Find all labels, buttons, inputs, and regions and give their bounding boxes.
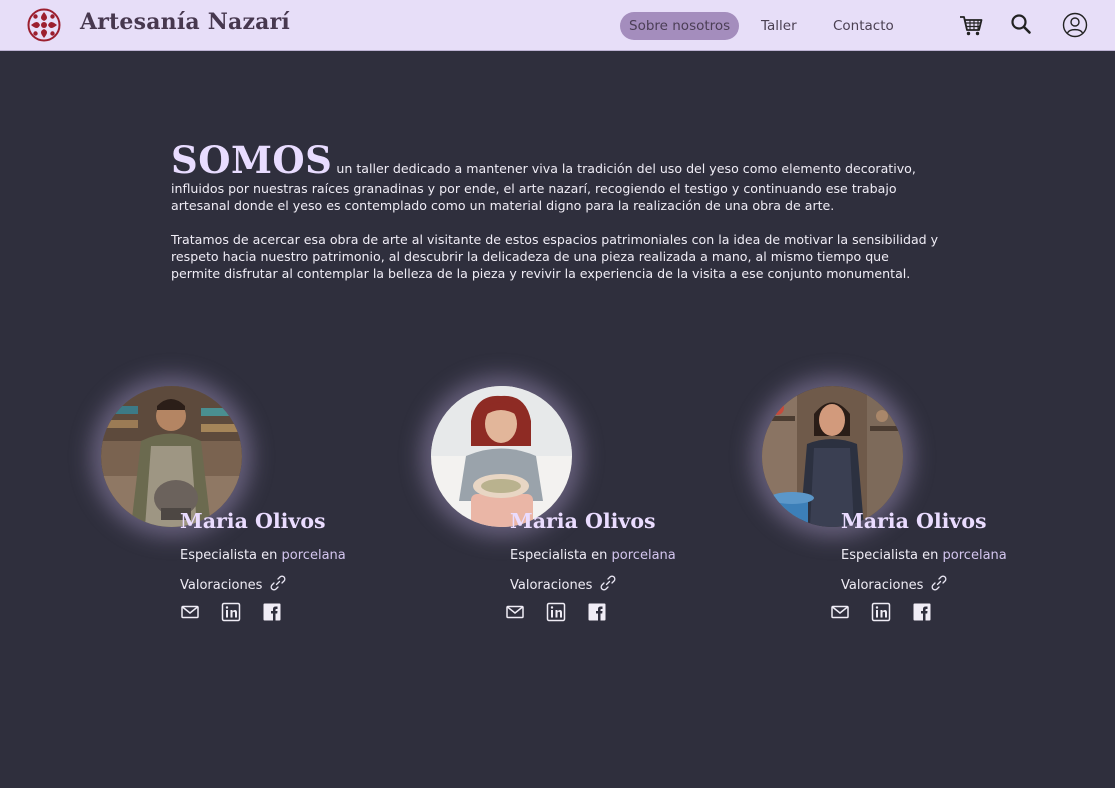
role-prefix: Especialista en bbox=[510, 548, 608, 563]
user-account-icon[interactable] bbox=[1062, 12, 1088, 38]
search-icon[interactable] bbox=[1008, 12, 1034, 38]
ratings-link[interactable]: Valoraciones bbox=[180, 574, 287, 593]
brand-logo-icon[interactable] bbox=[27, 8, 61, 42]
cart-icon[interactable] bbox=[958, 12, 984, 38]
team-card: Maria Olivos Especialista en porcelana V… bbox=[431, 386, 761, 646]
nav-contacto[interactable]: Contacto bbox=[824, 12, 903, 40]
link-icon bbox=[270, 575, 286, 591]
intro-heading: SOMOS bbox=[171, 138, 333, 182]
nav-sobre-nosotros[interactable]: Sobre nosotros bbox=[620, 12, 740, 40]
intro-paragraph-2: Tratamos de acercar esa obra de arte al … bbox=[171, 232, 939, 281]
facebook-icon[interactable] bbox=[262, 602, 282, 622]
team-member-name: Maria Olivos bbox=[180, 509, 326, 533]
brand-name[interactable]: Artesanía Nazarí bbox=[80, 9, 290, 35]
intro-paragraph-1: SOMOS un taller dedicado a mantener viva… bbox=[171, 140, 941, 214]
ratings-label: Valoraciones bbox=[841, 578, 924, 593]
email-icon[interactable] bbox=[830, 602, 850, 622]
team-card: Maria Olivos Especialista en porcelana V… bbox=[762, 386, 1092, 646]
team-member-photo bbox=[101, 386, 242, 527]
team-member-role: Especialista en porcelana bbox=[841, 548, 1007, 563]
facebook-icon[interactable] bbox=[587, 602, 607, 622]
team-member-role: Especialista en porcelana bbox=[180, 548, 346, 563]
email-icon[interactable] bbox=[180, 602, 200, 622]
team-member-role: Especialista en porcelana bbox=[510, 548, 676, 563]
role-specialty: porcelana bbox=[281, 548, 346, 563]
team-member-photo bbox=[762, 386, 903, 527]
nav-taller[interactable]: Taller bbox=[752, 12, 806, 40]
link-icon bbox=[600, 575, 616, 591]
ratings-label: Valoraciones bbox=[510, 578, 593, 593]
top-navbar: Artesanía Nazarí Sobre nosotros Taller C… bbox=[0, 0, 1115, 51]
team-member-photo bbox=[431, 386, 572, 527]
linkedin-icon[interactable] bbox=[871, 602, 891, 622]
ratings-link[interactable]: Valoraciones bbox=[841, 574, 948, 593]
role-specialty: porcelana bbox=[942, 548, 1007, 563]
role-specialty: porcelana bbox=[611, 548, 676, 563]
facebook-icon[interactable] bbox=[912, 602, 932, 622]
linkedin-icon[interactable] bbox=[221, 602, 241, 622]
linkedin-icon[interactable] bbox=[546, 602, 566, 622]
email-icon[interactable] bbox=[505, 602, 525, 622]
team-member-name: Maria Olivos bbox=[510, 509, 656, 533]
link-icon bbox=[931, 575, 947, 591]
role-prefix: Especialista en bbox=[841, 548, 939, 563]
team-member-name: Maria Olivos bbox=[841, 509, 987, 533]
about-intro: SOMOS un taller dedicado a mantener viva… bbox=[171, 140, 941, 299]
team-card: Maria Olivos Especialista en porcelana V… bbox=[101, 386, 431, 646]
ratings-label: Valoraciones bbox=[180, 578, 263, 593]
ratings-link[interactable]: Valoraciones bbox=[510, 574, 617, 593]
role-prefix: Especialista en bbox=[180, 548, 278, 563]
